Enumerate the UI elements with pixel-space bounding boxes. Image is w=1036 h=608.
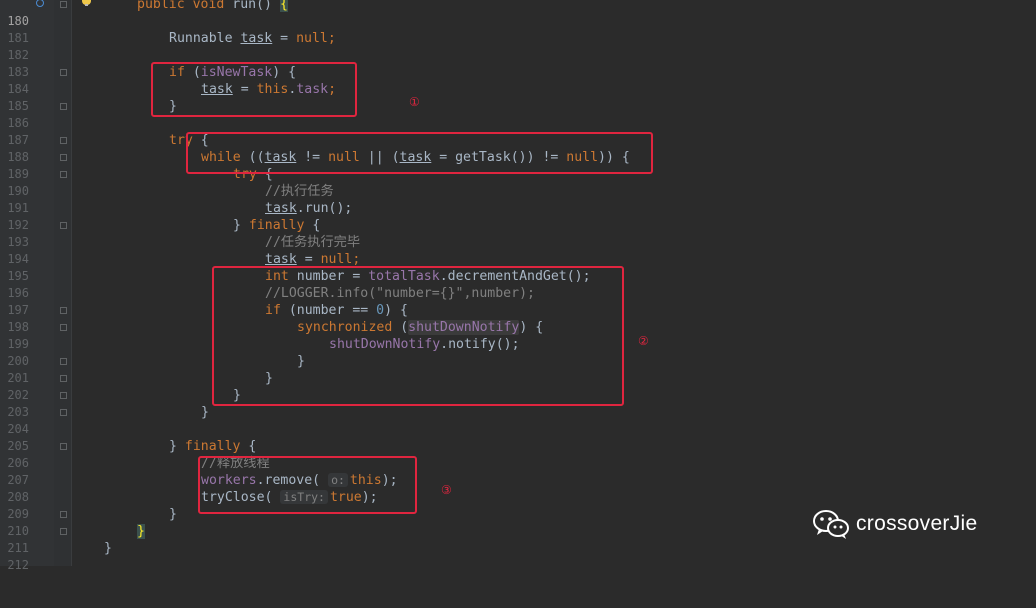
annotation-marker-2: ② [638,334,649,348]
matched-brace: { [279,0,288,12]
annotation-marker-1: ① [409,95,420,109]
code-line: 207 //释放线程 [7,456,270,487]
code-line: 180 public void run() { [0,0,1036,28]
fold-icon[interactable] [60,358,67,365]
fold-icon[interactable] [60,528,67,535]
wechat-icon [813,510,849,539]
code-line: 192 task.run(); [7,201,353,232]
matched-brace: } [137,524,145,539]
code-line: 182 Runnable task = null; [7,31,336,62]
code-line: 209 tryClose( isTry: true); [7,490,378,521]
fold-icon[interactable] [60,154,67,161]
fold-icon[interactable] [60,392,67,399]
annotation-box-3 [212,266,624,406]
annotation-box-1 [151,62,357,117]
fold-icon[interactable] [60,324,67,331]
fold-icon[interactable] [60,511,67,518]
annotation-marker-3: ③ [441,483,452,497]
annotation-box-2 [186,132,653,174]
fold-icon[interactable] [60,222,67,229]
fold-icon[interactable] [60,307,67,314]
code-line: 205 [7,439,29,453]
fold-icon[interactable] [60,171,67,178]
code-line: 194 //任务执行完毕 [7,235,361,266]
watermark: crossoverJie [812,506,977,542]
code-line: 187 [7,133,29,147]
lightbulb-icon[interactable] [82,0,91,6]
code-line: 208 workers.remove( o: this); [7,473,398,504]
fold-icon[interactable] [60,375,67,382]
fold-icon[interactable] [60,103,67,110]
code-line: 193 } finally { [7,218,321,249]
override-icon[interactable] [36,0,44,7]
code-line: 206 } finally { [7,439,257,470]
code-line: 204 } [7,405,209,436]
fold-icon[interactable] [60,1,67,8]
code-line: 191 //执行任务 [7,184,334,215]
fold-icon[interactable] [60,137,67,144]
fold-icon[interactable] [60,409,67,416]
code-line: 181 [7,31,29,45]
annotation-box-4 [198,456,417,514]
fold-icon[interactable] [60,69,67,76]
fold-icon[interactable] [60,443,67,450]
watermark-text: crossoverJie [856,512,978,535]
code-line: 212 } [7,541,112,572]
